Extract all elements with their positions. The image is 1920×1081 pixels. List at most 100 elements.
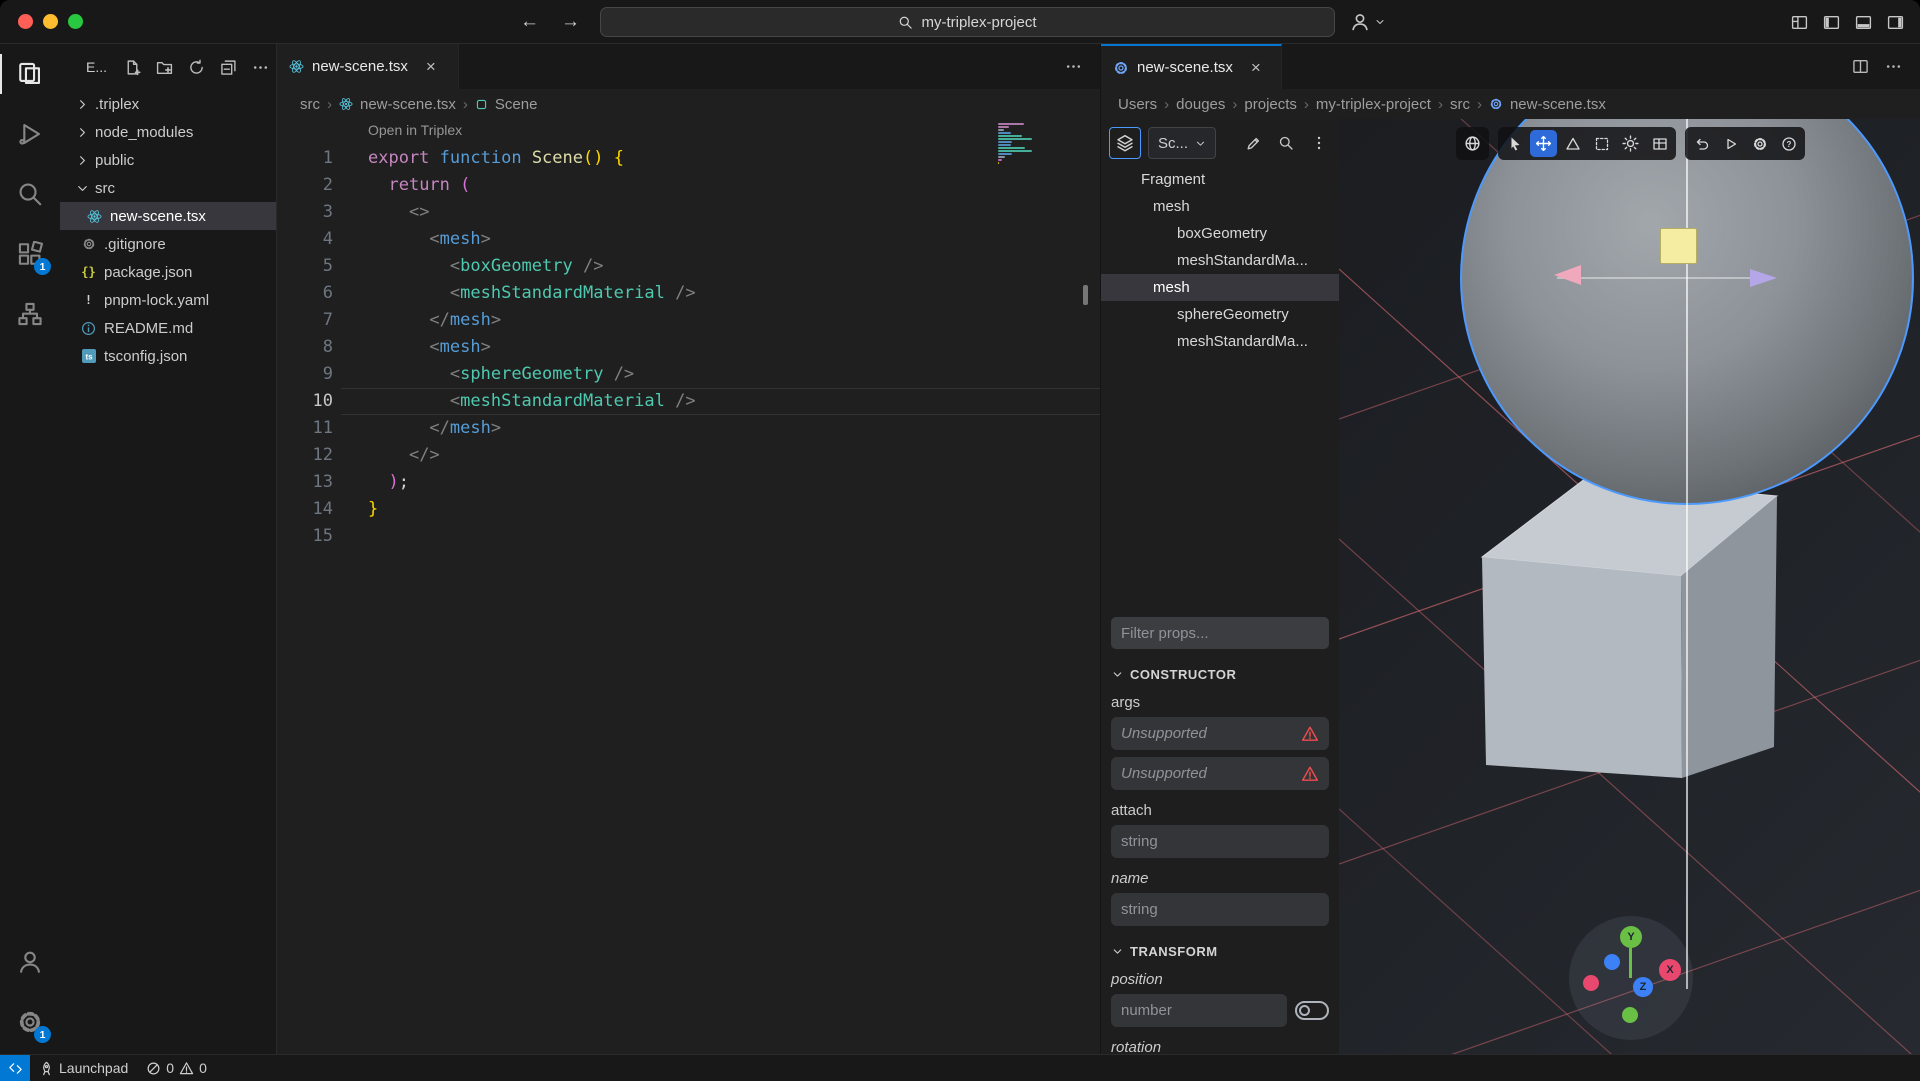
scene-node-mesh[interactable]: mesh [1101,274,1339,301]
prop-toggle-position[interactable] [1295,1001,1329,1020]
tab-close-icon[interactable]: × [1251,58,1261,78]
file-item-.triplex[interactable]: .triplex [60,90,276,118]
file-item-public[interactable]: public [60,146,276,174]
prop-input-name[interactable]: string [1111,893,1329,926]
sun-icon[interactable] [1617,130,1644,157]
scene-node-meshStandardMa...[interactable]: meshStandardMa... [1101,247,1339,274]
y-axis-ball[interactable]: Y [1620,926,1642,948]
scene-select[interactable]: Sc... [1148,127,1216,159]
settings-gear-icon[interactable]: 1 [0,992,60,1052]
activity-search[interactable] [0,164,60,224]
activity-run-debug[interactable] [0,104,60,164]
close-window-button[interactable] [18,14,33,29]
cursor-tool-icon[interactable] [1501,130,1528,157]
breadcrumb-item[interactable]: new-scene.tsx [1510,96,1606,113]
viewport-3d[interactable]: ? Y X Z [1339,119,1920,1054]
search-icon[interactable] [1274,131,1298,155]
scene-node-Fragment[interactable]: Fragment [1101,166,1339,193]
zoom-window-button[interactable] [68,14,83,29]
toggle-panel-icon[interactable] [1855,14,1872,31]
prop-input-args[interactable]: Unsupported [1111,717,1329,750]
activity-extensions[interactable]: 1 [0,224,60,284]
tab-new-scene-tsx[interactable]: new-scene.tsx × [277,44,459,89]
refresh-icon[interactable] [188,59,205,76]
breadcrumb-item[interactable]: my-triplex-project [1316,96,1431,113]
tab-triplex-new-scene[interactable]: new-scene.tsx × [1101,44,1282,89]
more-actions-icon[interactable] [252,59,269,76]
launchpad-status[interactable]: Launchpad [30,1055,137,1081]
code-line-14[interactable]: 14} [277,496,1100,523]
account-icon[interactable] [1350,12,1370,32]
prop-input-args[interactable]: Unsupported [1111,757,1329,790]
collapse-folders-icon[interactable] [220,59,237,76]
file-item-README.md[interactable]: README.md [60,314,276,342]
prop-input-attach[interactable]: string [1111,825,1329,858]
prop-input-position[interactable]: number [1111,994,1287,1027]
chevron-down-icon[interactable] [1374,16,1386,28]
file-item-.gitignore[interactable]: .gitignore [60,230,276,258]
code-line-10[interactable]: 10 <meshStandardMaterial /> [277,388,1100,415]
file-item-package.json[interactable]: {}package.json [60,258,276,286]
more-actions-icon[interactable] [1885,58,1902,75]
code-line-9[interactable]: 9 <sphereGeometry /> [277,361,1100,388]
section-header-constructor[interactable]: CONSTRUCTOR [1111,667,1329,682]
breadcrumb-item[interactable]: Scene [495,96,538,113]
file-item-new-scene.tsx[interactable]: new-scene.tsx [60,202,276,230]
code-line-7[interactable]: 7 </mesh> [277,307,1100,334]
code-line-8[interactable]: 8 <mesh> [277,334,1100,361]
gizmo-z-handle[interactable] [1750,269,1777,287]
code-line-1[interactable]: 1export function Scene() { [277,145,1100,172]
neg-z-axis-ball[interactable] [1604,954,1620,970]
back-button[interactable]: ← [520,11,539,33]
gizmo-x-handle[interactable] [1554,265,1581,285]
filter-props-input[interactable] [1111,617,1329,649]
code-line-15[interactable]: 15 [277,523,1100,550]
breadcrumb-item[interactable]: douges [1176,96,1225,113]
settings-gear-icon[interactable] [1746,130,1773,157]
scene-node-boxGeometry[interactable]: boxGeometry [1101,220,1339,247]
activity-explorer[interactable] [0,44,60,104]
play-icon[interactable] [1717,130,1744,157]
neg-y-axis-ball[interactable] [1622,1007,1638,1023]
breadcrumb-item[interactable]: Users [1118,96,1157,113]
customize-layout-icon[interactable] [1791,14,1808,31]
open-in-editor-icon[interactable] [1241,131,1265,155]
accounts-icon[interactable] [0,932,60,992]
gizmo-center-handle[interactable] [1660,228,1697,264]
z-axis-ball[interactable]: Z [1633,977,1653,997]
minimap[interactable] [998,123,1050,168]
file-item-pnpm-lock.yaml[interactable]: !pnpm-lock.yaml [60,286,276,314]
remote-indicator[interactable] [0,1055,30,1081]
toggle-secondary-sidebar-icon[interactable] [1887,14,1904,31]
code-line-6[interactable]: 6 <meshStandardMaterial /> [277,280,1100,307]
forward-button[interactable]: → [561,11,580,33]
scene-node-meshStandardMa...[interactable]: meshStandardMa... [1101,328,1339,355]
command-center-search[interactable]: my-triplex-project [600,7,1335,37]
section-header-transform[interactable]: TRANSFORM [1111,944,1329,959]
new-folder-icon[interactable] [156,59,173,76]
editor-more-actions-icon[interactable] [1065,58,1082,75]
breadcrumb-item[interactable]: projects [1244,96,1297,113]
file-item-src[interactable]: src [60,174,276,202]
tab-close-icon[interactable]: × [426,57,436,77]
scene-node-sphereGeometry[interactable]: sphereGeometry [1101,301,1339,328]
file-item-tsconfig.json[interactable]: tstsconfig.json [60,342,276,370]
problems-status[interactable]: 0 0 [137,1055,216,1081]
open-in-triplex-codelens[interactable]: Open in Triplex [368,122,462,138]
split-editor-icon[interactable] [1852,58,1869,75]
undo-icon[interactable] [1688,130,1715,157]
file-item-node_modules[interactable]: node_modules [60,118,276,146]
toggle-primary-sidebar-icon[interactable] [1823,14,1840,31]
globe-icon[interactable] [1459,130,1486,157]
neg-x-axis-ball[interactable] [1583,975,1599,991]
translate-tool-icon[interactable] [1530,130,1557,157]
code-line-3[interactable]: 3 <> [277,199,1100,226]
layers-button[interactable] [1109,127,1141,159]
code-line-13[interactable]: 13 ); [277,469,1100,496]
code-line-2[interactable]: 2 return ( [277,172,1100,199]
new-file-icon[interactable] [124,59,141,76]
code-line-5[interactable]: 5 <boxGeometry /> [277,253,1100,280]
help-icon[interactable]: ? [1775,130,1802,157]
code-editor[interactable]: Open in Triplex 1export function Scene()… [277,119,1100,1054]
breadcrumb-item[interactable]: src [1450,96,1470,113]
